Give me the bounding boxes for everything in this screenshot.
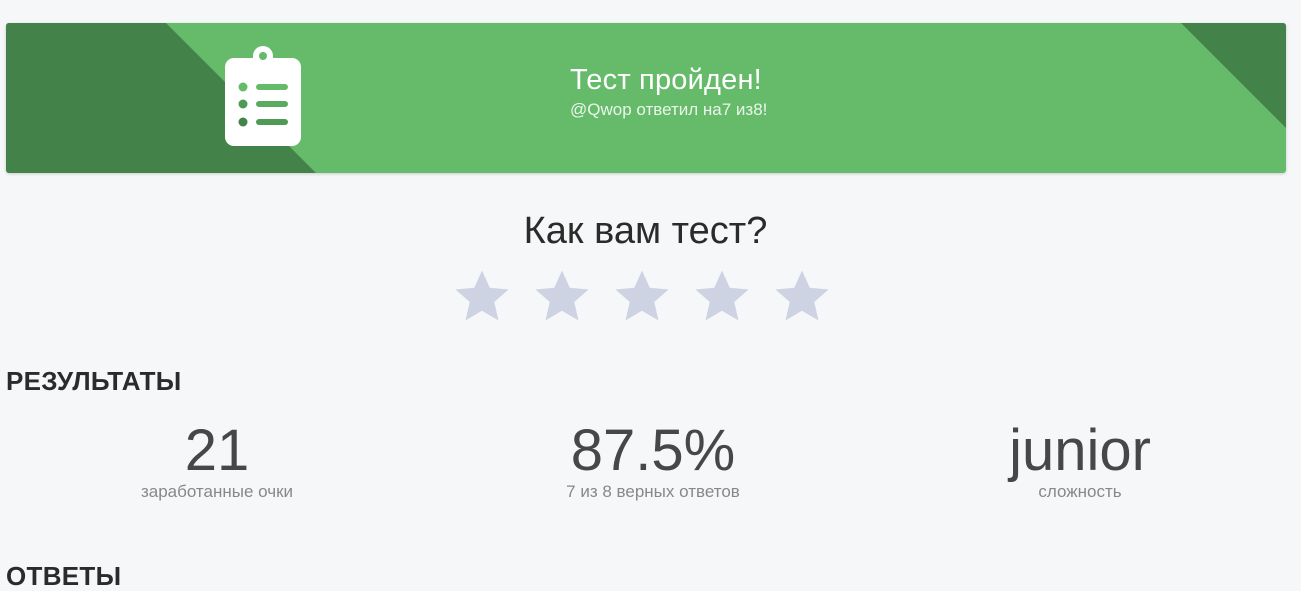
stat-accuracy-label: 7 из 8 верных ответов bbox=[566, 482, 740, 501]
rating-stars bbox=[452, 266, 842, 328]
stat-difficulty: junior сложность bbox=[930, 418, 1230, 502]
clipboard-list-icon bbox=[225, 46, 301, 146]
result-banner: Тест пройден! @Qwop ответил на7 из8! bbox=[6, 23, 1286, 173]
banner-text: Тест пройден! @Qwop ответил на7 из8! bbox=[570, 63, 767, 121]
star-4-icon[interactable] bbox=[692, 266, 752, 326]
stat-difficulty-label: сложность bbox=[1038, 482, 1122, 501]
star-5-icon[interactable] bbox=[772, 266, 832, 326]
banner-title: Тест пройден! bbox=[570, 64, 762, 96]
results-title: РЕЗУЛЬТАТЫ bbox=[6, 366, 182, 396]
star-1-icon[interactable] bbox=[452, 266, 512, 326]
banner-decoration-right bbox=[1181, 23, 1286, 128]
rating-title: Как вам тест? bbox=[523, 210, 768, 252]
banner-subtitle: @Qwop ответил на7 из8! bbox=[570, 100, 768, 119]
stat-difficulty-value: junior bbox=[1009, 418, 1151, 483]
star-3-icon[interactable] bbox=[612, 266, 672, 326]
stat-accuracy-value: 87.5% bbox=[570, 418, 736, 483]
answers-title: ОТВЕТЫ bbox=[6, 561, 122, 591]
stat-points-value: 21 bbox=[184, 418, 250, 483]
star-2-icon[interactable] bbox=[532, 266, 592, 326]
stat-accuracy: 87.5% 7 из 8 верных ответов bbox=[503, 418, 803, 502]
stat-points-label: заработанные очки bbox=[140, 482, 294, 501]
stat-points: 21 заработанные очки bbox=[67, 418, 367, 502]
